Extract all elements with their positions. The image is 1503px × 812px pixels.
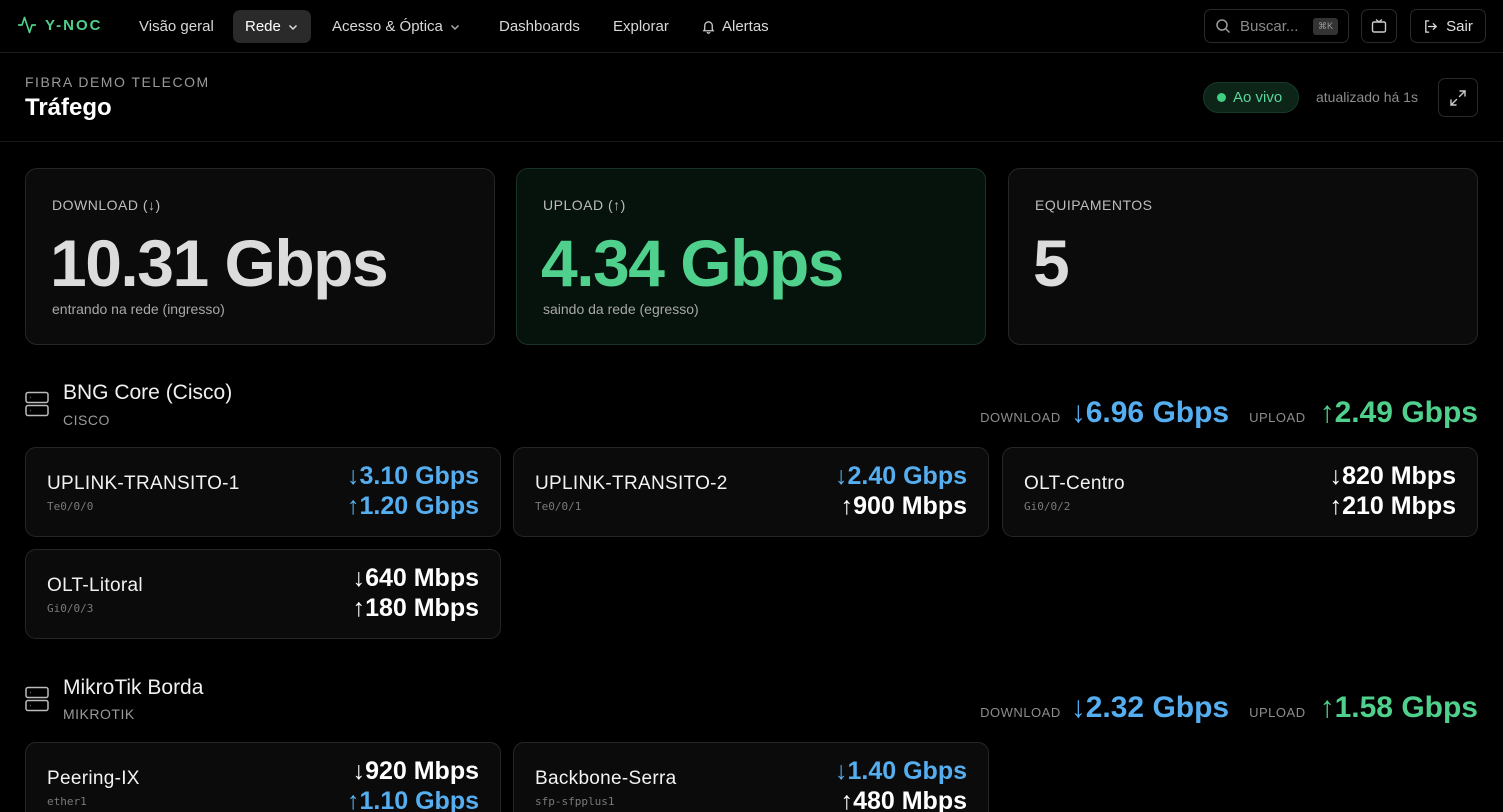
interface-card[interactable]: OLT-Centro Gi0/0/2 ↓820 Mbps ↑210 Mbps (1002, 447, 1478, 537)
interface-download: ↓1.40 Gbps (835, 757, 967, 785)
bell-icon (702, 21, 715, 34)
nav-item-overview[interactable]: Visão geral (127, 10, 226, 43)
stat-card-upload: UPLOAD (↑) 4.34 Gbps saindo da rede (egr… (516, 168, 986, 345)
live-dot-icon (1217, 93, 1226, 102)
page-header: FIBRA DEMO TELECOM Tráfego Ao vivo atual… (0, 54, 1503, 142)
expand-icon (1450, 89, 1466, 106)
device-upload: ↑1.58 Gbps (1319, 691, 1478, 724)
fullscreen-button[interactable] (1438, 78, 1478, 117)
interface-download: ↓2.40 Gbps (835, 462, 967, 490)
stat-card-devices: EQUIPAMENTOS 5 (1008, 168, 1478, 345)
last-updated: atualizado há 1s (1316, 89, 1418, 105)
device-download: ↓2.32 Gbps (1070, 691, 1230, 724)
server-icon (25, 391, 49, 417)
device-vendor: CISCO (63, 412, 110, 428)
interface-upload: ↑900 Mbps (840, 492, 967, 520)
interface-upload: ↑480 Mbps (840, 787, 967, 812)
nav-item-access-optics[interactable]: Acesso & Óptica (320, 10, 473, 43)
interface-upload: ↑1.20 Gbps (347, 492, 479, 520)
device-vendor: MIKROTIK (63, 706, 135, 722)
interface-card[interactable]: OLT-Litoral Gi0/0/3 ↓640 Mbps ↑180 Mbps (25, 549, 501, 639)
chevron-down-icon (450, 24, 459, 30)
search-icon (1216, 19, 1231, 34)
device-totals: DOWNLOAD ↓2.32 Gbps UPLOAD ↑1.58 Gbps (980, 691, 1478, 724)
interface-upload: ↑1.10 Gbps (347, 787, 479, 812)
stat-card-download: DOWNLOAD (↓) 10.31 Gbps entrando na rede… (25, 168, 495, 345)
logo[interactable]: Y-NOC (17, 15, 103, 35)
activity-icon (17, 16, 37, 34)
device-totals: DOWNLOAD ↓6.96 Gbps UPLOAD ↑2.49 Gbps (980, 396, 1478, 429)
logout-icon (1425, 19, 1438, 33)
search-box[interactable]: Buscar... ⌘K (1204, 9, 1349, 43)
tv-mode-button[interactable] (1361, 9, 1397, 43)
device-name: MikroTik Borda (63, 676, 204, 699)
server-icon (25, 686, 49, 712)
interface-download: ↓820 Mbps (1329, 462, 1456, 490)
search-shortcut: ⌘K (1312, 17, 1338, 35)
nav-item-alerts[interactable]: Alertas (689, 10, 781, 43)
interface-download: ↓3.10 Gbps (347, 462, 479, 490)
logout-button[interactable]: Sair (1410, 9, 1486, 43)
device-name: BNG Core (Cisco) (63, 381, 233, 404)
interface-upload: ↑210 Mbps (1329, 492, 1456, 520)
device-upload: ↑2.49 Gbps (1319, 396, 1478, 429)
interface-card[interactable]: UPLINK-TRANSITO-1 Te0/0/0 ↓3.10 Gbps ↑1.… (25, 447, 501, 537)
interface-card[interactable]: Peering-IX ether1 ↓920 Mbps ↑1.10 Gbps (25, 742, 501, 812)
tv-icon (1371, 18, 1387, 33)
page-title: Tráfego (25, 94, 112, 121)
device-download: ↓6.96 Gbps (1070, 396, 1230, 429)
chevron-down-icon (288, 24, 297, 30)
nav-item-dashboards[interactable]: Dashboards (487, 10, 592, 43)
interface-card[interactable]: Backbone-Serra sfp-sfpplus1 ↓1.40 Gbps ↑… (513, 742, 989, 812)
nav-item-explore[interactable]: Explorar (601, 10, 681, 43)
interface-download: ↓920 Mbps (352, 757, 479, 785)
interface-upload: ↑180 Mbps (352, 594, 479, 622)
live-badge: Ao vivo (1203, 82, 1299, 113)
interface-card[interactable]: UPLINK-TRANSITO-2 Te0/0/1 ↓2.40 Gbps ↑90… (513, 447, 989, 537)
interface-download: ↓640 Mbps (352, 564, 479, 592)
search-placeholder: Buscar... (1240, 17, 1299, 35)
logo-text: Y-NOC (45, 16, 103, 34)
nav-item-network[interactable]: Rede (233, 10, 311, 43)
top-navbar: Y-NOC Visão geral Rede Acesso & Óptica D… (0, 0, 1503, 53)
org-name: FIBRA DEMO TELECOM (25, 74, 210, 90)
